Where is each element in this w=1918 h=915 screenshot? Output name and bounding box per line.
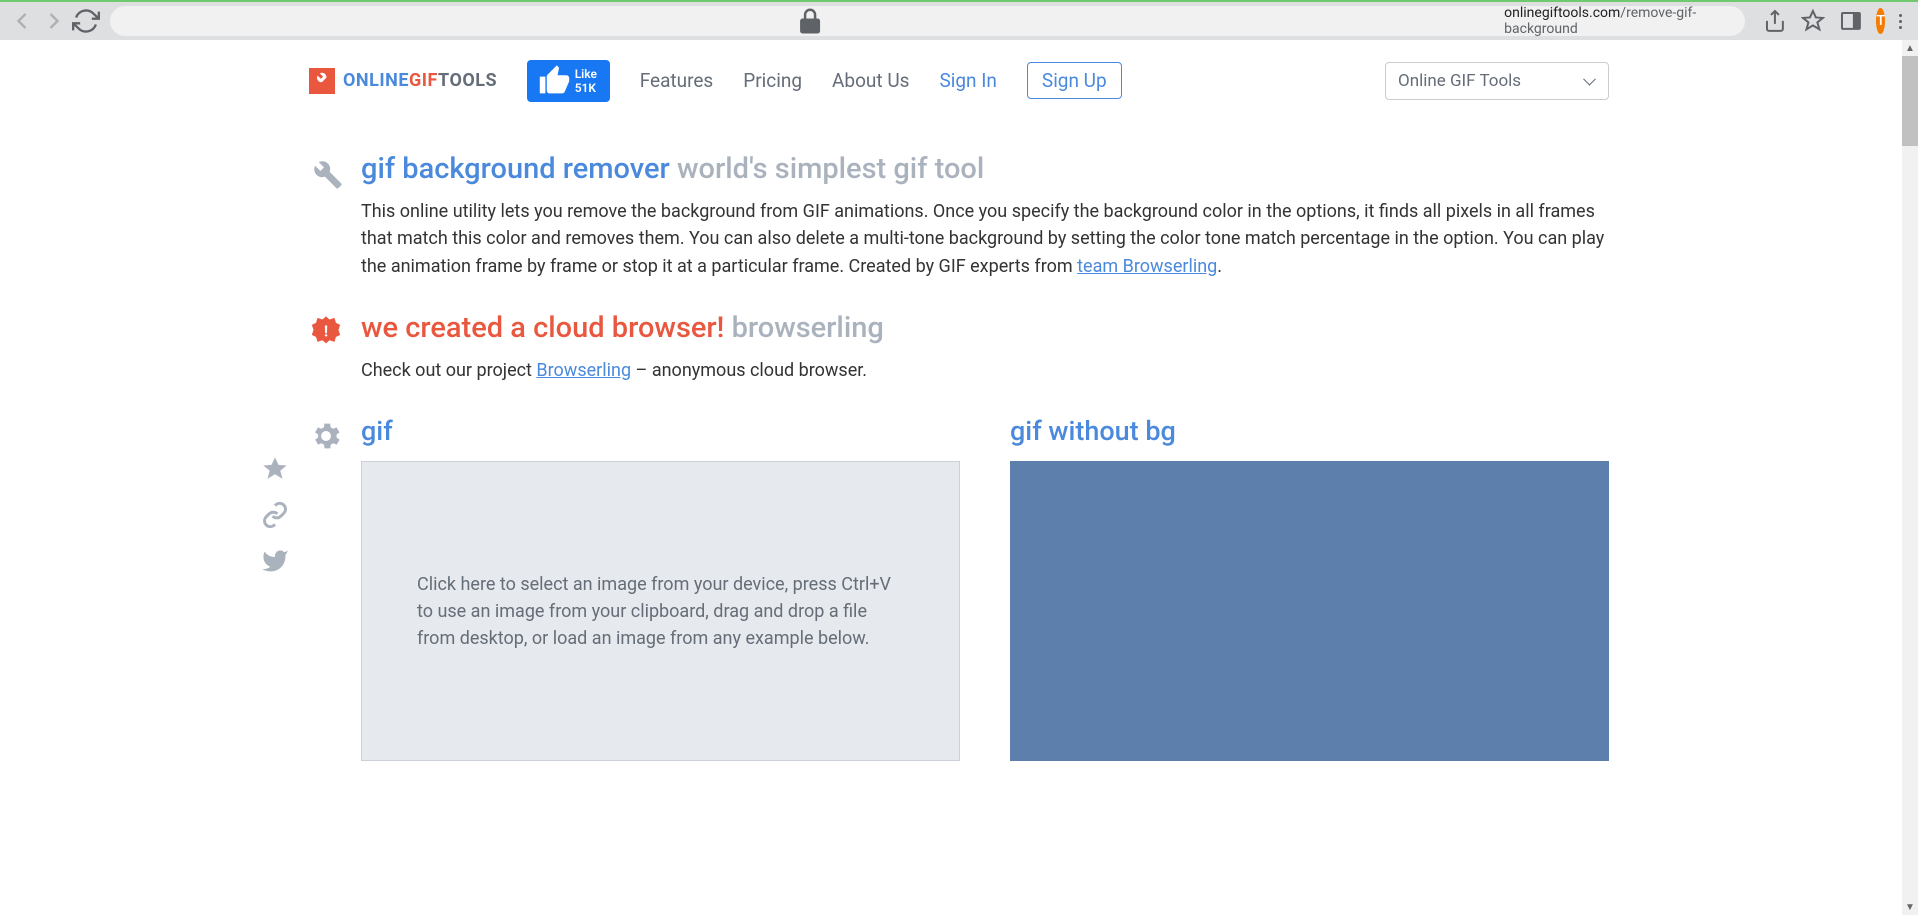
- scrollbar-thumb[interactable]: [1902, 56, 1918, 146]
- back-button[interactable]: [8, 7, 36, 35]
- promo-text: Check out our project Browserling – anon…: [361, 357, 1609, 385]
- team-browserling-link[interactable]: team Browserling: [1077, 256, 1217, 277]
- gear-icon[interactable]: [309, 415, 343, 457]
- forward-button[interactable]: [40, 7, 68, 35]
- output-preview: [1010, 461, 1609, 761]
- page-viewport: ▲ ▼ ONLINEGIFTOOLS Like 51K Features Pri…: [0, 40, 1918, 915]
- menu-icon[interactable]: [1899, 14, 1902, 29]
- side-rail: [261, 455, 289, 575]
- scrollbar-track[interactable]: ▲ ▼: [1902, 40, 1918, 915]
- share-icon[interactable]: [1763, 9, 1787, 33]
- promo-section: ! we created a cloud browser! browserlin…: [309, 311, 1609, 385]
- hero-section: gif background remover world's simplest …: [309, 152, 1609, 282]
- thumbs-up-icon: [537, 64, 571, 98]
- twitter-icon[interactable]: [261, 547, 289, 575]
- link-icon[interactable]: [261, 501, 289, 529]
- tool-selector[interactable]: Online GIF Tools: [1385, 62, 1609, 100]
- browser-toolbar: onlinegiftools.com/remove-gif-background…: [0, 0, 1918, 40]
- nav-features[interactable]: Features: [640, 69, 714, 92]
- star-icon[interactable]: [261, 455, 289, 483]
- page-description: This online utility lets you remove the …: [361, 198, 1609, 282]
- nav-about[interactable]: About Us: [832, 69, 909, 92]
- input-pane: gif Click here to select an image from y…: [361, 415, 960, 761]
- nav-pricing[interactable]: Pricing: [743, 69, 802, 92]
- page-title: gif background remover world's simplest …: [361, 152, 1609, 186]
- nav-signin[interactable]: Sign In: [939, 69, 996, 92]
- output-pane-title: gif without bg: [1010, 415, 1609, 447]
- svg-text:!: !: [324, 323, 328, 341]
- input-pane-title: gif: [361, 415, 960, 447]
- logo-text: ONLINEGIFTOOLS: [343, 70, 497, 91]
- badge-icon: !: [309, 311, 343, 353]
- site-nav: ONLINEGIFTOOLS Like 51K Features Pricing…: [309, 60, 1609, 102]
- address-bar[interactable]: onlinegiftools.com/remove-gif-background: [110, 6, 1745, 36]
- profile-avatar[interactable]: T: [1876, 8, 1885, 34]
- tool-section: gif Click here to select an image from y…: [309, 415, 1609, 761]
- wrench-icon: [309, 152, 343, 194]
- scroll-down-icon[interactable]: ▼: [1902, 899, 1918, 915]
- signup-button[interactable]: Sign Up: [1027, 62, 1122, 99]
- reload-button[interactable]: [72, 7, 100, 35]
- output-pane: gif without bg: [1010, 415, 1609, 761]
- panel-icon[interactable]: [1839, 9, 1863, 33]
- logo[interactable]: ONLINEGIFTOOLS: [309, 68, 497, 94]
- scroll-up-icon[interactable]: ▲: [1902, 40, 1918, 56]
- bookmark-star-icon[interactable]: [1801, 9, 1825, 33]
- lock-icon: [124, 6, 1496, 36]
- file-dropzone[interactable]: Click here to select an image from your …: [361, 461, 960, 761]
- promo-title: we created a cloud browser! browserling: [361, 311, 1609, 345]
- browserling-link[interactable]: Browserling: [536, 360, 631, 381]
- facebook-like-button[interactable]: Like 51K: [527, 60, 610, 102]
- logo-icon: [309, 68, 335, 94]
- url-text: onlinegiftools.com/remove-gif-background: [1504, 5, 1731, 37]
